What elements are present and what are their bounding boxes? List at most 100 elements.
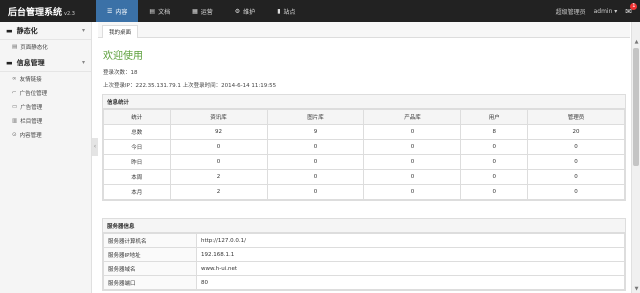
nav-item-docs[interactable]: ▤ 文档 xyxy=(138,0,181,22)
table-row: 服务器域名 www.h-ui.net xyxy=(103,261,625,276)
login-count: 登录次数：18 xyxy=(103,70,138,76)
list-icon: ☰ xyxy=(107,7,113,15)
link-icon: ∞ xyxy=(12,76,17,82)
top-navbar: 后台管理系统 v2.3 ☰ 内容 ▤ 文档 ▦ 运营 ⚙ 维护 ▮ 站点 超级管理员 adm… xyxy=(0,0,640,22)
nav-item-content[interactable]: ☰ 内容 xyxy=(96,0,139,22)
sidebar-item-ads[interactable]: ▭ 广告管理 xyxy=(0,100,91,114)
table-cell: 0 xyxy=(460,139,528,155)
table-cell-key: 服务器域名 xyxy=(103,261,197,276)
table-cell: 2 xyxy=(169,169,268,185)
sidebar-item-label: 页面静态化 xyxy=(20,45,48,51)
vertical-scrollbar[interactable]: ▲ ▼ xyxy=(631,22,640,293)
table-cell: 0 xyxy=(169,139,268,155)
table-cell-value: 80 xyxy=(196,275,625,290)
app-logo[interactable]: 后台管理系统 v2.3 xyxy=(8,5,75,18)
sidebar-item-page-static[interactable]: ▤ 页面静态化 xyxy=(0,40,91,54)
column-header: 产品库 xyxy=(363,109,462,125)
nav-label: 维护 xyxy=(243,8,256,16)
ad-icon: ▭ xyxy=(12,104,18,110)
table-cell: 0 xyxy=(363,169,462,185)
table-row: 服务器端口 80 xyxy=(103,275,625,290)
info-icon: ▬ xyxy=(6,58,13,67)
sidebar-item-links[interactable]: ∞ 友情链接 xyxy=(0,72,91,86)
nav-label: 运营 xyxy=(200,8,213,16)
chevron-down-icon: ▾ xyxy=(81,27,85,34)
nav-item-operations[interactable]: ▦ 运营 xyxy=(181,0,224,22)
table-cell: 20 xyxy=(526,124,626,140)
table-row: 服务器IP地址 192.168.1.1 xyxy=(103,247,625,262)
table-cell-value: 192.168.1.1 xyxy=(196,247,625,262)
calendar-icon: ▦ xyxy=(192,7,198,15)
ad-slot-icon: ⌐ xyxy=(12,90,17,96)
table-cell: 0 xyxy=(526,154,626,170)
table-cell: 0 xyxy=(460,169,528,185)
nav-item-site[interactable]: ▮ 站点 xyxy=(266,0,306,22)
page-title: 欢迎使用 xyxy=(103,51,143,62)
nav-item-maintenance[interactable]: ⚙ 维护 xyxy=(224,0,266,22)
main-content: 我的桌面 欢迎使用 登录次数：18 上次登录IP：222.35.131.79.1… xyxy=(98,22,630,293)
mail-badge: 1 xyxy=(630,2,638,10)
table-cell: 0 xyxy=(526,184,626,200)
tab-bar: 我的桌面 xyxy=(98,22,630,38)
table-cell: 0 xyxy=(266,139,365,155)
table-cell-value: www.h-ui.net xyxy=(196,261,625,276)
table-row: 本周 2 0 0 0 0 xyxy=(103,169,626,185)
stats-panel-title: 信息统计 xyxy=(103,95,625,109)
table-cell: 今日 xyxy=(103,139,171,155)
content-icon: ⊙ xyxy=(12,132,17,138)
sidebar-item-ad-slots[interactable]: ⌐ 广告位管理 xyxy=(0,86,91,100)
file-icon: ▤ xyxy=(149,7,156,15)
sidebar-group-label: 信息管理 xyxy=(16,58,45,67)
table-cell: 0 xyxy=(363,124,462,140)
table-cell: 0 xyxy=(363,184,462,200)
table-cell: 0 xyxy=(363,154,462,170)
main-nav: ☰ 内容 ▤ 文档 ▦ 运营 ⚙ 维护 ▮ 站点 xyxy=(96,0,307,22)
sidebar-group-static[interactable]: ▬ 静态化 ▾ xyxy=(0,22,91,40)
stats-table: 统计 资讯库 图片库 产品库 用户 管理员 总数 92 9 0 8 20 今日 … xyxy=(103,109,626,200)
user-menu[interactable]: admin ▾ xyxy=(594,8,618,15)
sidebar-item-content[interactable]: ⊙ 内容管理 xyxy=(0,128,91,142)
mail-icon[interactable]: ✉ 1 xyxy=(625,2,638,16)
nav-label: 文档 xyxy=(158,8,171,16)
table-cell: 0 xyxy=(363,139,462,155)
column-header: 用户 xyxy=(460,109,528,125)
table-cell: 0 xyxy=(266,184,365,200)
column-header: 统计 xyxy=(103,109,171,125)
table-cell: 0 xyxy=(526,169,626,185)
sidebar: ▬ 静态化 ▾ ▤ 页面静态化 ▬ 信息管理 ▾ ∞ 友情链接 ⌐ 广告位管理 … xyxy=(0,22,92,293)
table-row: 今日 0 0 0 0 0 xyxy=(103,139,626,155)
sidebar-item-label: 友情链接 xyxy=(19,77,42,83)
column-header: 资讯库 xyxy=(169,109,268,125)
table-cell: 92 xyxy=(169,124,268,140)
table-cell-value: http://127.0.0.1/ xyxy=(196,233,625,248)
table-cell: 0 xyxy=(526,139,626,155)
tab-my-desktop[interactable]: 我的桌面 xyxy=(102,25,139,38)
app-name: 后台管理系统 xyxy=(8,8,63,18)
table-row: 昨日 0 0 0 0 0 xyxy=(103,154,626,170)
sidebar-group-info[interactable]: ▬ 信息管理 ▾ xyxy=(0,54,91,72)
nav-label: 内容 xyxy=(115,8,128,16)
scroll-down-icon[interactable]: ▼ xyxy=(632,285,640,293)
user-area: 超级管理员 admin ▾ ✉ 1 xyxy=(555,0,638,22)
app-version: v2.3 xyxy=(64,11,75,17)
table-cell: 总数 xyxy=(103,124,171,140)
table-row: 本月 2 0 0 0 0 xyxy=(103,184,626,200)
nav-label: 站点 xyxy=(283,8,296,16)
server-table: 服务器计算机名 http://127.0.0.1/ 服务器IP地址 192.16… xyxy=(103,233,625,290)
scroll-up-icon[interactable]: ▲ xyxy=(632,38,640,46)
column-header: 管理员 xyxy=(526,109,626,125)
table-cell: 昨日 xyxy=(103,154,171,170)
sidebar-item-label: 内容管理 xyxy=(19,133,42,139)
table-cell: 0 xyxy=(266,169,365,185)
sidebar-group-label: 静态化 xyxy=(16,26,38,35)
table-cell-key: 服务器计算机名 xyxy=(103,233,197,248)
sidebar-item-label: 栏目管理 xyxy=(20,119,43,125)
user-role: 超级管理员 xyxy=(555,8,586,16)
last-login-info: 上次登录IP：222.35.131.79.1 上次登录时间：2014-6-14 … xyxy=(103,83,277,89)
table-cell: 本周 xyxy=(103,169,171,185)
page-icon: ▤ xyxy=(12,44,18,50)
scrollbar-thumb[interactable] xyxy=(633,48,639,166)
server-panel-title: 服务器信息 xyxy=(103,219,625,233)
table-cell: 8 xyxy=(460,124,528,140)
sidebar-item-columns[interactable]: ▥ 栏目管理 xyxy=(0,114,91,128)
